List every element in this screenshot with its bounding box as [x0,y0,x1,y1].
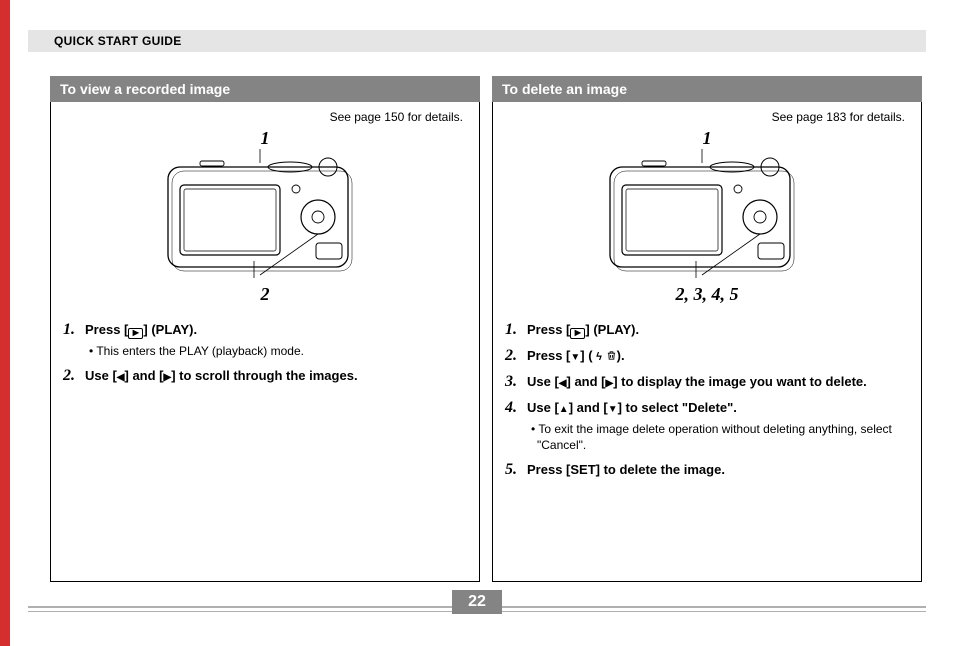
play-icon: ▶ [128,328,143,339]
trash-icon [606,350,617,361]
up-arrow-icon: ▲ [559,404,569,415]
step-item: 3. Use [◀] and [▶] to display the image … [505,373,909,391]
panel-body: See page 183 for details. 1 [492,102,922,582]
panel-body: See page 150 for details. 1 [50,102,480,582]
step-text-pre: Use [ [527,400,559,415]
step-text-post: ] to select "Delete". [618,400,737,415]
steps-list: 1. Press [▶] (PLAY). • This enters the P… [61,315,469,385]
callout-label-bottom: 2, 3, 4, 5 [503,284,911,305]
camera-illustration-block: 1 2, 3, 4, 5 [503,128,911,305]
camera-illustration [160,149,370,279]
step-number: 1. [63,321,85,359]
camera-illustration [602,149,812,279]
step-text-mid: ] and [ [567,374,606,389]
step-text: Use [▲] and [▼] to select "Delete". [527,399,909,417]
step-text-pre: Use [ [527,374,559,389]
step-text: Press [SET] to delete the image. [527,461,909,479]
section-header-text: QUICK START GUIDE [54,34,182,48]
step-text-pre: Press [ [527,322,570,337]
section-header: QUICK START GUIDE [28,30,926,52]
step-text-mid: ] and [ [569,400,608,415]
callout-label-top: 1 [61,128,469,149]
step-text-post: ] to display the image you want to delet… [613,374,867,389]
step-text: Use [◀] and [▶] to display the image you… [527,373,909,391]
step-number: 2. [505,347,527,365]
step-item: 2. Use [◀] and [▶] to scroll through the… [63,367,467,385]
step-number: 4. [505,399,527,453]
camera-illustration-block: 1 2 [61,128,469,305]
step-subtext: • To exit the image delete operation wit… [527,421,909,453]
content-row: To view a recorded image See page 150 fo… [50,76,926,582]
panel-view-image: To view a recorded image See page 150 fo… [50,76,480,582]
panel-title: To view a recorded image [50,76,480,102]
flash-icon: ϟ [596,351,602,363]
step-item: 2. Press [▼] ( ϟ ). [505,347,909,365]
step-item: 1. Press [▶] (PLAY). • This enters the P… [63,321,467,359]
step-number: 3. [505,373,527,391]
step-number: 1. [505,321,527,339]
step-text-post: ] (PLAY). [585,322,639,337]
step-number: 2. [63,367,85,385]
step-text-mid: ] and [ [125,368,164,383]
left-arrow-icon: ◀ [117,372,125,383]
margin-stripe [0,0,10,646]
steps-list: 1. Press [▶] (PLAY). 2. Press [▼] ( ϟ ). [503,315,911,479]
step-subtext: • This enters the PLAY (playback) mode. [85,343,467,359]
step-text-post: ). [617,348,625,363]
down-arrow-icon: ▼ [570,352,580,363]
step-text-pre: Use [ [85,368,117,383]
page-footer: 22 [28,606,926,612]
callout-label-bottom: 2 [61,284,469,305]
step-item: 4. Use [▲] and [▼] to select "Delete". •… [505,399,909,453]
step-number: 5. [505,461,527,479]
left-arrow-icon: ◀ [559,378,567,389]
play-icon: ▶ [570,328,585,339]
step-text: Press [▼] ( ϟ ). [527,347,909,365]
panel-title: To delete an image [492,76,922,102]
step-text: Use [◀] and [▶] to scroll through the im… [85,367,467,385]
step-text-post: ] to scroll through the images. [171,368,357,383]
details-reference: See page 183 for details. [503,110,911,124]
step-text-mid: ] ( [580,348,596,363]
page-number: 22 [452,590,502,614]
step-item: 5. Press [SET] to delete the image. [505,461,909,479]
step-text: Press [▶] (PLAY). [85,321,467,339]
step-text-pre: Press [ [85,322,128,337]
step-text-post: ] (PLAY). [143,322,197,337]
step-text: Press [▶] (PLAY). [527,321,909,339]
down-arrow-icon: ▼ [608,404,618,415]
panel-delete-image: To delete an image See page 183 for deta… [492,76,922,582]
step-text-pre: Press [ [527,348,570,363]
details-reference: See page 150 for details. [61,110,469,124]
step-item: 1. Press [▶] (PLAY). [505,321,909,339]
callout-label-top: 1 [503,128,911,149]
